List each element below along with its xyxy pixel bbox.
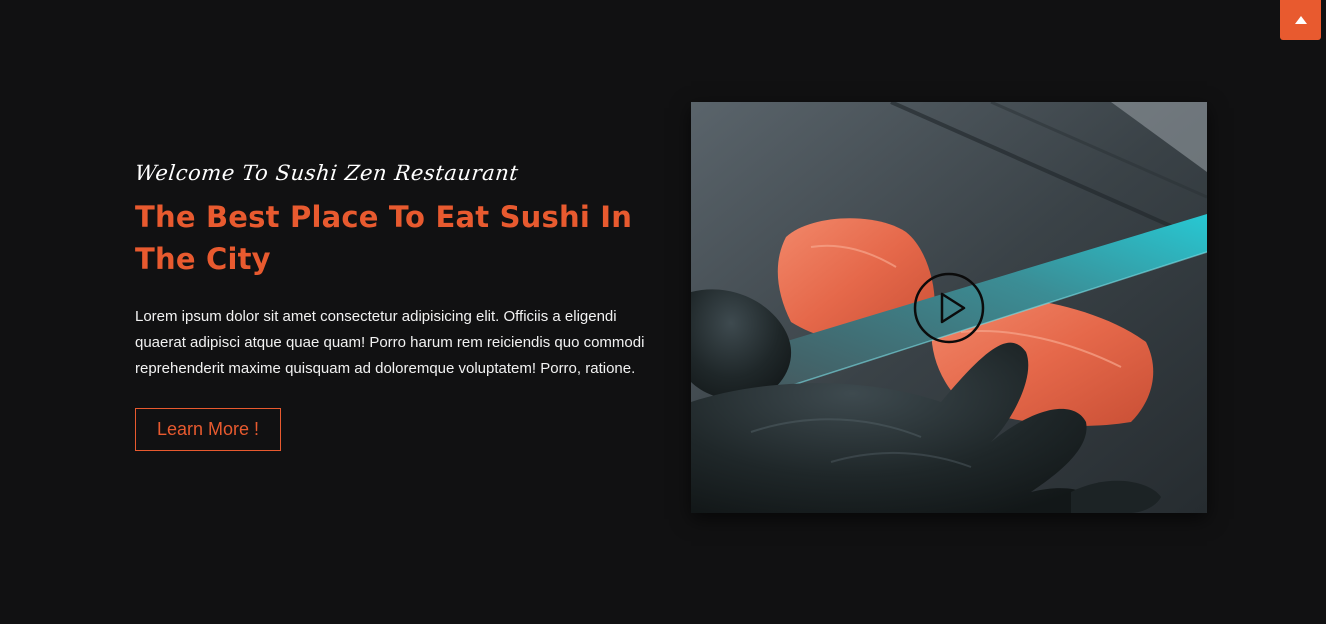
play-icon[interactable] <box>913 272 985 344</box>
learn-more-button[interactable]: Learn More ! <box>135 408 281 451</box>
hero-subtitle: Welcome To Sushi Zen Restaurant <box>133 161 520 185</box>
hero-description: Lorem ipsum dolor sit amet consectetur a… <box>135 308 645 377</box>
scroll-to-top-button[interactable] <box>1280 0 1321 40</box>
arrow-up-icon <box>1294 16 1307 24</box>
video-thumbnail[interactable] <box>691 102 1207 513</box>
hero-headline: The Best Place To Eat Sushi In The City <box>135 200 633 276</box>
hero-content: Welcome To Sushi Zen Restaurant The Best… <box>133 158 655 451</box>
